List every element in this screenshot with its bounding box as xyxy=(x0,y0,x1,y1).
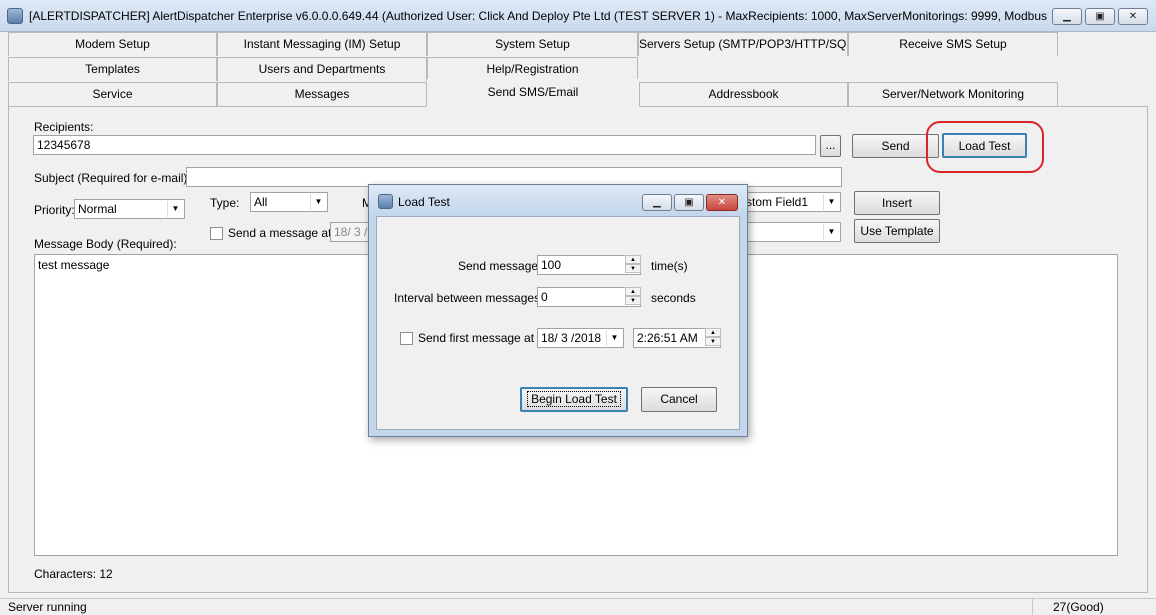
send-message-spinner[interactable]: ▲ ▼ xyxy=(625,255,641,275)
begin-load-test-label: Begin Load Test xyxy=(527,391,621,407)
app-icon xyxy=(378,194,393,209)
recipients-input[interactable]: 12345678 xyxy=(33,135,816,155)
insert-button[interactable]: Insert xyxy=(854,191,940,215)
send-message-unit: time(s) xyxy=(651,259,688,273)
template-select[interactable]: ▼ xyxy=(742,222,841,242)
send-first-date-picker[interactable]: 18/ 3 /2018 ▼ xyxy=(537,328,624,348)
interval-label: Interval between messages: xyxy=(394,291,544,305)
tab-addressbook[interactable]: Addressbook xyxy=(639,82,848,106)
characters-count: Characters: 12 xyxy=(34,567,113,581)
status-bar xyxy=(0,598,1156,615)
spin-down-icon[interactable]: ▼ xyxy=(705,337,721,346)
load-test-dialog: Load Test ▁ ▣ ✕ Send message 100 ▲ ▼ time… xyxy=(368,184,748,437)
send-at-checkbox[interactable] xyxy=(210,227,223,240)
custom-field-value: stom Field1 xyxy=(746,195,809,209)
tab-servers-setup[interactable]: Servers Setup (SMTP/POP3/HTTP/SQL) xyxy=(638,32,848,56)
dialog-minimize-button[interactable]: ▁ xyxy=(642,194,672,211)
tab-messages[interactable]: Messages xyxy=(217,82,427,106)
type-select[interactable]: All ▼ xyxy=(250,192,328,212)
load-test-highlight-circle xyxy=(926,121,1044,173)
send-at-date[interactable]: 18/ 3 / xyxy=(330,222,370,242)
dialog-title: Load Test xyxy=(398,195,450,209)
message-body-label: Message Body (Required): xyxy=(34,237,177,251)
dialog-close-button[interactable]: ✕ xyxy=(706,194,738,211)
send-first-label: Send first message at xyxy=(418,331,535,345)
spin-up-icon[interactable]: ▲ xyxy=(625,255,641,264)
cancel-button[interactable]: Cancel xyxy=(641,387,717,412)
tab-system-setup[interactable]: System Setup xyxy=(427,32,638,56)
send-first-checkbox[interactable] xyxy=(400,332,413,345)
tab-send-sms-email[interactable]: Send SMS/Email xyxy=(427,79,639,107)
time-spinner[interactable]: ▲ ▼ xyxy=(703,328,721,348)
priority-select[interactable]: Normal ▼ xyxy=(74,199,185,219)
send-at-label: Send a message at: xyxy=(228,226,335,240)
browse-recipients-button[interactable]: ... xyxy=(820,135,841,157)
type-value: All xyxy=(254,195,268,209)
recipients-label: Recipients: xyxy=(34,120,94,134)
interval-value: 0 xyxy=(541,290,548,304)
spin-down-icon[interactable]: ▼ xyxy=(625,296,641,305)
status-separator xyxy=(1032,598,1033,615)
tab-im-setup[interactable]: Instant Messaging (IM) Setup xyxy=(217,32,427,56)
tab-service[interactable]: Service xyxy=(8,82,217,106)
chevron-down-icon: ▼ xyxy=(606,330,622,346)
dialog-maximize-button[interactable]: ▣ xyxy=(674,194,704,211)
chevron-down-icon: ▼ xyxy=(167,201,183,217)
tab-server-network-monitoring[interactable]: Server/Network Monitoring xyxy=(848,82,1058,106)
spin-down-icon[interactable]: ▼ xyxy=(625,264,641,273)
priority-label: Priority: xyxy=(34,203,75,217)
send-message-label: Send message xyxy=(458,259,539,273)
begin-load-test-button[interactable]: Begin Load Test xyxy=(520,387,628,412)
send-message-count-value: 100 xyxy=(541,258,562,272)
chevron-down-icon: ▼ xyxy=(823,224,839,240)
send-first-date-value: 18/ 3 /2018 xyxy=(541,331,602,345)
custom-field-select[interactable]: stom Field1 ▼ xyxy=(742,192,841,212)
tab-templates[interactable]: Templates xyxy=(8,57,217,81)
chevron-down-icon: ▼ xyxy=(310,194,326,210)
spin-up-icon[interactable]: ▲ xyxy=(625,287,641,296)
interval-spinner[interactable]: ▲ ▼ xyxy=(625,287,641,307)
type-label: Type: xyxy=(210,196,240,210)
use-template-button[interactable]: Use Template xyxy=(854,219,940,243)
app-icon xyxy=(7,8,23,24)
minimize-button[interactable]: ▁ xyxy=(1052,8,1082,25)
send-first-time-value: 2:26:51 AM xyxy=(637,331,698,345)
tab-modem-setup[interactable]: Modem Setup xyxy=(8,32,217,56)
maximize-button[interactable]: ▣ xyxy=(1085,8,1115,25)
close-button[interactable]: ✕ xyxy=(1118,8,1148,25)
tab-users-departments[interactable]: Users and Departments xyxy=(217,57,427,81)
signal-status: 27(Good) xyxy=(1053,600,1104,614)
window-title: [ALERTDISPATCHER] AlertDispatcher Enterp… xyxy=(29,9,1049,23)
priority-value: Normal xyxy=(78,202,117,216)
spin-up-icon[interactable]: ▲ xyxy=(705,328,721,337)
tab-receive-sms-setup[interactable]: Receive SMS Setup xyxy=(848,32,1058,56)
interval-unit: seconds xyxy=(651,291,696,305)
tab-help-registration[interactable]: Help/Registration xyxy=(427,57,638,81)
chevron-down-icon: ▼ xyxy=(823,194,839,210)
status-text: Server running xyxy=(8,600,87,614)
subject-label: Subject (Required for e-mail): xyxy=(34,171,191,185)
